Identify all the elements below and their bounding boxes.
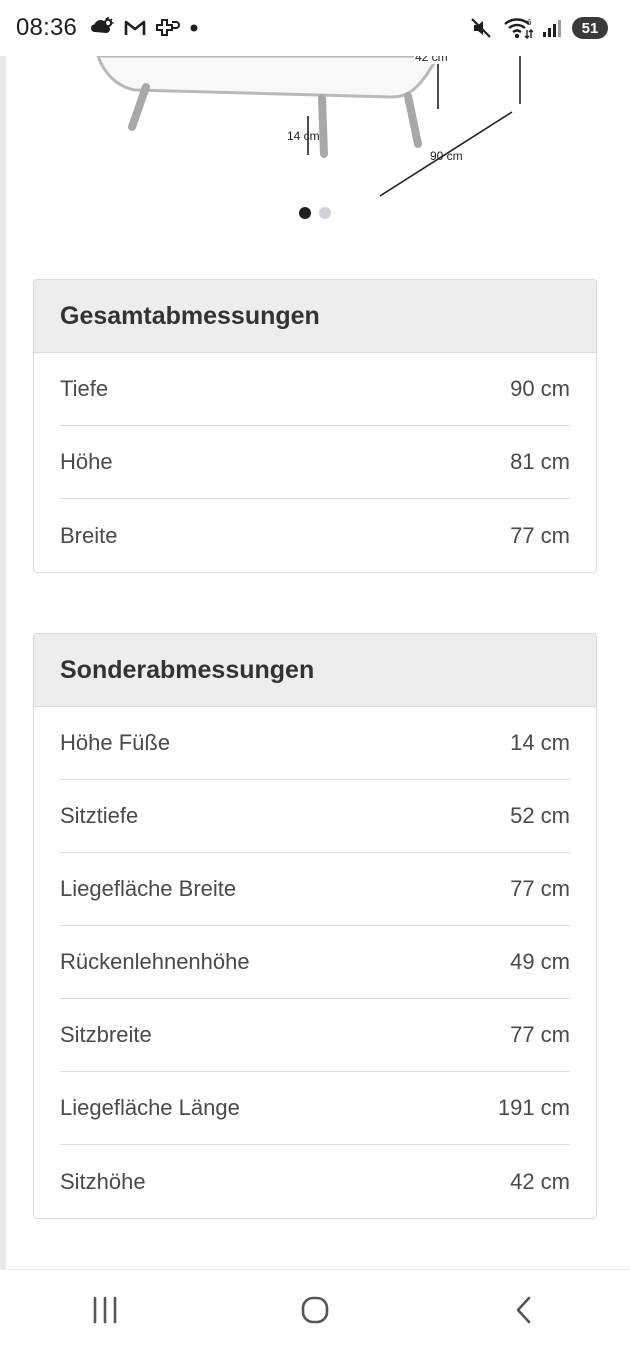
dimension-value: 49 cm (510, 949, 570, 974)
dimension-value: 191 cm (497, 1095, 570, 1120)
seat-height-label: 42 cm (415, 56, 448, 64)
recent-apps-icon (93, 1296, 117, 1324)
dot-icon (189, 23, 199, 33)
sofa-base (96, 56, 440, 99)
product-image-carousel[interactable]: 42 cm 14 cm 90 cm (0, 56, 630, 204)
status-bar: 08:36 6 51 (0, 0, 630, 56)
home-button[interactable] (275, 1280, 355, 1340)
svg-text:6: 6 (527, 18, 532, 27)
special-dimensions-list: Höhe Füße 14 cm Sitztiefe 52 cm Liegeflä… (34, 707, 596, 1218)
dimension-value: 14 cm (510, 730, 570, 755)
status-left: 08:36 (16, 14, 199, 42)
carousel-pagination (0, 207, 630, 219)
general-dimensions-list: Tiefe 90 cm Höhe 81 cm Breite 77 cm (34, 353, 596, 572)
dimension-row: Breite 77 cm (60, 499, 570, 572)
dimension-label: Höhe (60, 449, 113, 474)
dimension-row: Sitzbreite 77 cm (60, 999, 570, 1072)
dimension-row: Rückenlehnenhöhe 49 cm (60, 926, 570, 999)
dimension-label: Liegefläche Breite (60, 876, 237, 901)
dimension-row: Sitztiefe 52 cm (60, 780, 570, 853)
dimension-label: Sitzhöhe (60, 1168, 146, 1194)
mute-icon (470, 17, 494, 39)
back-icon (516, 1296, 531, 1324)
app-icon (155, 17, 181, 39)
mail-icon (123, 18, 147, 38)
sofa-leg-left (128, 83, 150, 131)
feet-height-label: 14 cm (287, 129, 320, 143)
dimension-row: Liegefläche Länge 191 cm (60, 1072, 570, 1145)
battery-indicator: 51 (572, 17, 608, 39)
sofa-dimension-drawing: 42 cm 14 cm 90 cm (96, 56, 521, 197)
carousel-dot-1[interactable] (299, 207, 311, 219)
wifi-icon: 6 (502, 16, 534, 40)
dimension-label: Breite (60, 522, 118, 548)
dimension-value: 42 cm (510, 1168, 570, 1194)
status-right: 6 51 (470, 16, 608, 40)
dimension-value: 77 cm (510, 1022, 570, 1047)
dimension-value: 81 cm (510, 449, 570, 474)
dimension-label: Rückenlehnenhöhe (60, 949, 250, 974)
dimension-label: Tiefe (60, 376, 109, 401)
back-button[interactable] (485, 1280, 565, 1340)
dimension-value: 52 cm (510, 803, 570, 828)
dimension-value: 90 cm (510, 376, 570, 401)
general-dimensions-title: Gesamtabmessungen (34, 280, 596, 353)
dimension-row: Tiefe 90 cm (60, 353, 570, 426)
sofa-leg-middle (318, 94, 328, 158)
dimension-row: Sitzhöhe 42 cm (60, 1145, 570, 1218)
home-icon (301, 1296, 329, 1324)
system-navigation-bar (0, 1269, 630, 1350)
weather-icon (89, 17, 115, 39)
depth-label: 90 cm (430, 149, 463, 163)
special-dimensions-table: Sonderabmessungen Höhe Füße 14 cm Sitzti… (33, 633, 597, 1219)
dimension-row: Höhe 81 cm (60, 426, 570, 499)
general-dimensions-table: Gesamtabmessungen Tiefe 90 cm Höhe 81 cm… (33, 279, 597, 573)
dimension-value: 77 cm (510, 876, 570, 901)
content-edge (0, 56, 6, 1270)
signal-icon (542, 18, 564, 38)
dimension-row: Höhe Füße 14 cm (60, 707, 570, 780)
sofa-leg-right (404, 92, 422, 148)
recent-apps-button[interactable] (65, 1280, 145, 1340)
dimension-label: Sitztiefe (60, 803, 139, 828)
special-dimensions-title: Sonderabmessungen (34, 634, 596, 707)
dimension-label: Liegefläche Länge (60, 1095, 240, 1120)
dimension-row: Liegefläche Breite 77 cm (60, 853, 570, 926)
carousel-dot-2[interactable] (319, 207, 331, 219)
dimension-value: 77 cm (510, 522, 570, 548)
product-dimensions-page: 08:36 6 51 42 cm 14 cm 90 cm Gesamtabmes… (0, 0, 630, 1350)
dimension-label: Sitzbreite (60, 1022, 152, 1047)
dimension-label: Höhe Füße (60, 730, 171, 755)
status-time: 08:36 (16, 14, 78, 41)
